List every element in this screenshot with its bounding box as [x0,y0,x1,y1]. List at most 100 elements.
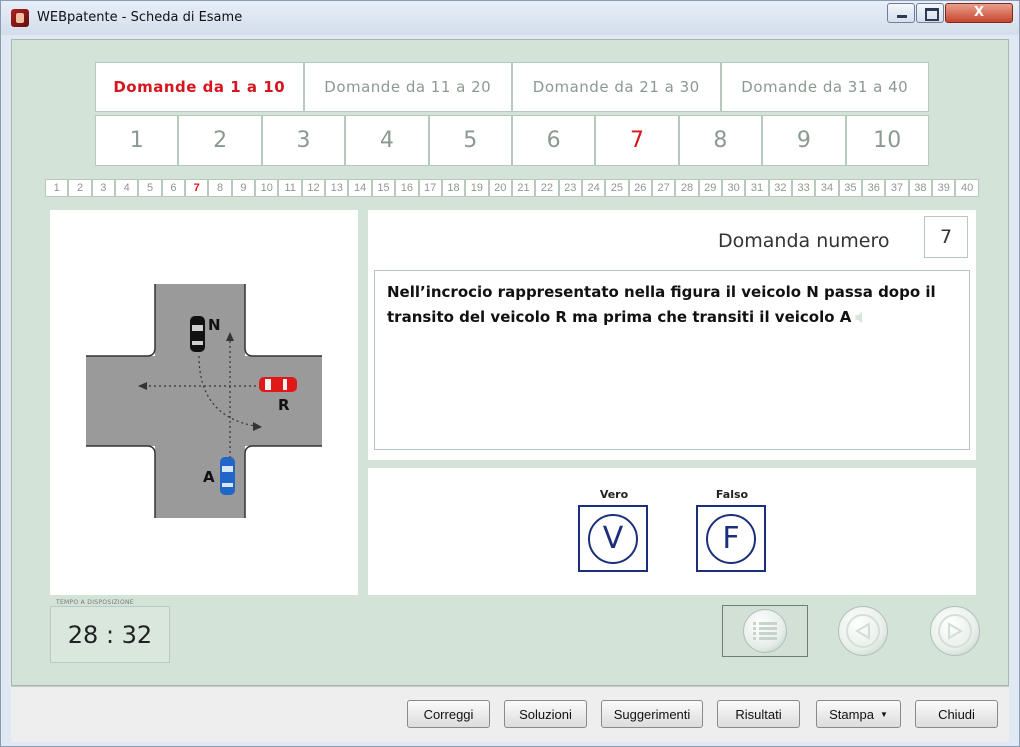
intersection-figure: N R A [50,210,358,595]
strip-question-8[interactable]: 8 [208,179,231,197]
strip-question-33[interactable]: 33 [792,179,815,197]
true-glyph: V [588,514,638,564]
question-strip: 1234567891011121314151617181920212223242… [45,179,979,197]
strip-question-23[interactable]: 23 [559,179,582,197]
suggerimenti-button[interactable]: Suggerimenti [601,700,703,728]
strip-question-13[interactable]: 13 [325,179,348,197]
false-label: Falso [696,488,768,501]
dropdown-caret-icon: ▼ [880,710,888,719]
tab-range-31-40[interactable]: Domande da 31 a 40 [721,62,930,112]
strip-question-40[interactable]: 40 [955,179,978,197]
correggi-button[interactable]: Correggi [407,700,490,728]
strip-question-6[interactable]: 6 [162,179,185,197]
question-number: 7 [924,216,968,258]
list-icon [743,609,787,653]
stampa-button[interactable]: Stampa ▼ [816,700,901,728]
question-button[interactable]: 9 [762,115,845,166]
minimize-icon [897,15,907,18]
strip-question-34[interactable]: 34 [815,179,838,197]
tab-range-21-30[interactable]: Domande da 21 a 30 [512,62,721,112]
strip-question-2[interactable]: 2 [68,179,91,197]
app-icon [11,9,29,27]
strip-question-28[interactable]: 28 [675,179,698,197]
strip-question-17[interactable]: 17 [419,179,442,197]
close-icon: X [946,4,1012,22]
range-tabs: Domande da 1 a 10 Domande da 11 a 20 Dom… [95,62,929,112]
false-glyph: F [706,514,756,564]
next-arrow-icon [938,614,972,648]
true-label: Vero [578,488,650,501]
title-bar: WEBpatente - Scheda di Esame X [1,1,1019,35]
strip-question-30[interactable]: 30 [722,179,745,197]
question-button[interactable]: 1 [95,115,178,166]
strip-question-31[interactable]: 31 [745,179,768,197]
strip-question-10[interactable]: 10 [255,179,278,197]
strip-question-25[interactable]: 25 [605,179,628,197]
false-button[interactable]: F [696,505,766,572]
question-button[interactable]: 6 [512,115,595,166]
minimize-button[interactable] [887,3,915,23]
speaker-icon[interactable] [855,312,862,324]
vehicle-label-r: R [278,396,290,414]
strip-question-18[interactable]: 18 [442,179,465,197]
question-button[interactable]: 5 [429,115,512,166]
strip-question-9[interactable]: 9 [232,179,255,197]
strip-question-1[interactable]: 1 [45,179,68,197]
footer-bar: Correggi Soluzioni Suggerimenti Risultat… [11,686,1009,742]
answer-panel: Vero V Falso F [368,468,976,595]
vehicle-r [259,377,297,392]
strip-question-11[interactable]: 11 [278,179,301,197]
strip-question-29[interactable]: 29 [699,179,722,197]
strip-question-32[interactable]: 32 [769,179,792,197]
strip-question-15[interactable]: 15 [372,179,395,197]
strip-question-38[interactable]: 38 [909,179,932,197]
strip-question-26[interactable]: 26 [629,179,652,197]
prev-arrow-icon [846,614,880,648]
app-window: WEBpatente - Scheda di Esame X Domande d… [0,0,1020,747]
strip-question-36[interactable]: 36 [862,179,885,197]
question-button[interactable]: 10 [846,115,929,166]
risultati-button[interactable]: Risultati [717,700,800,728]
strip-question-4[interactable]: 4 [115,179,138,197]
stampa-label: Stampa [829,707,874,722]
question-text: Nell’incrocio rappresentato nella figura… [387,283,936,326]
question-figure-panel: N R A [50,210,358,595]
question-button[interactable]: 8 [679,115,762,166]
strip-question-5[interactable]: 5 [138,179,161,197]
question-button[interactable]: 4 [345,115,428,166]
chiudi-button[interactable]: Chiudi [915,700,998,728]
strip-question-19[interactable]: 19 [465,179,488,197]
strip-question-21[interactable]: 21 [512,179,535,197]
close-button[interactable]: X [945,3,1013,23]
next-button[interactable] [930,606,980,656]
vehicle-label-a: A [203,468,215,486]
list-icon-glyph [752,620,778,642]
strip-question-3[interactable]: 3 [92,179,115,197]
tab-range-1-10[interactable]: Domande da 1 a 10 [95,62,304,112]
strip-question-14[interactable]: 14 [348,179,371,197]
previous-button[interactable] [838,606,888,656]
strip-question-35[interactable]: 35 [839,179,862,197]
strip-question-24[interactable]: 24 [582,179,605,197]
maximize-icon [925,8,939,21]
strip-question-39[interactable]: 39 [932,179,955,197]
strip-question-27[interactable]: 27 [652,179,675,197]
question-button[interactable]: 3 [262,115,345,166]
question-list-button[interactable] [722,605,808,657]
true-button[interactable]: V [578,505,648,572]
tab-range-11-20[interactable]: Domande da 11 a 20 [304,62,513,112]
question-number-label: Domanda numero [718,230,890,252]
vehicle-label-n: N [208,316,221,334]
maximize-button[interactable] [916,3,944,23]
question-button[interactable]: 7 [595,115,678,166]
strip-question-12[interactable]: 12 [302,179,325,197]
strip-question-7[interactable]: 7 [185,179,208,197]
strip-question-16[interactable]: 16 [395,179,418,197]
strip-question-37[interactable]: 37 [885,179,908,197]
strip-question-22[interactable]: 22 [535,179,558,197]
window-title: WEBpatente - Scheda di Esame [37,10,242,25]
strip-question-20[interactable]: 20 [489,179,512,197]
soluzioni-button[interactable]: Soluzioni [504,700,587,728]
question-button[interactable]: 2 [178,115,261,166]
vehicle-a [220,457,235,495]
